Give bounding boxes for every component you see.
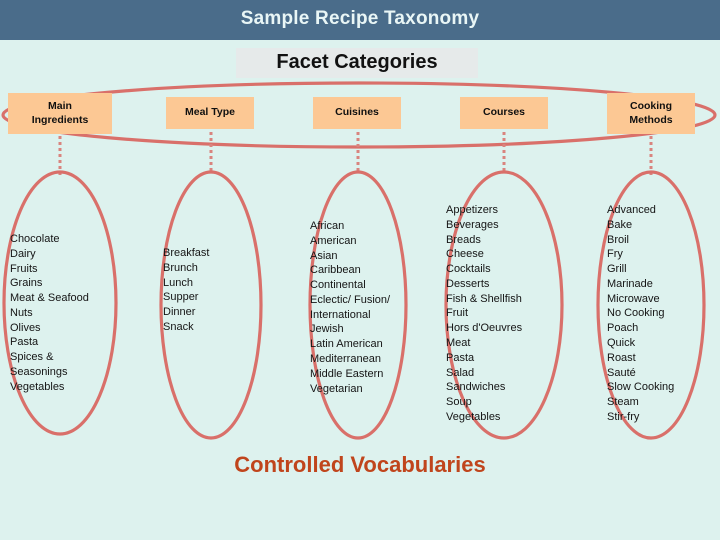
vocab-term: Breakfast	[163, 247, 210, 259]
vocab-term: Desserts	[446, 277, 490, 290]
vocab-list-courses: Appetizers Beverages Breads Cheese Cocktails…	[446, 203, 522, 425]
vocab-term: Pasta	[10, 336, 39, 349]
vocab-term: Grains	[10, 277, 43, 290]
vocab-term: Fruits	[10, 262, 38, 275]
vocab-term: Caribbean	[310, 264, 361, 277]
facet-label-meal-type: Meal Type	[185, 106, 235, 119]
vocab-term: No Cooking	[607, 307, 665, 320]
vocab-list-meal-type: Breakfast Brunch Lunch Supper Dinner Snack	[163, 246, 209, 335]
vocab-term: Marinade	[607, 277, 653, 290]
vocab-term: Nuts	[10, 306, 33, 319]
vocab-term: Middle Eastern	[310, 367, 384, 380]
facet-box-courses[interactable]: Courses	[460, 97, 548, 129]
vocab-term: African	[310, 220, 345, 232]
vocab-term: Dairy	[10, 247, 36, 260]
page-title: Sample Recipe Taxonomy	[240, 8, 480, 29]
vocab-list-cuisines: African American Asian Caribbean Continental…	[310, 219, 390, 396]
vocab-term: Fish & Shellfish	[446, 292, 522, 305]
controlled-vocabularies-caption: Controlled Vocabularies	[234, 452, 486, 477]
vocab-term: Fry	[607, 248, 623, 261]
vocab-term: Sandwiches	[446, 381, 506, 394]
facet-box-main-ingredients[interactable]: Main Ingredients	[8, 93, 112, 134]
vocab-list-main-ingredients: Chocolate Dairy Fruits Grains Meat & Seafood…	[10, 232, 89, 395]
vocab-term: Continental	[310, 279, 366, 292]
slide-canvas: Sample Recipe Taxonomy Facet Categories …	[0, 0, 720, 540]
vocab-term: Grill	[607, 263, 627, 276]
vocab-term: Beverages	[446, 218, 499, 231]
vocab-term: Cocktails	[446, 263, 491, 276]
vocab-term: Supper	[163, 291, 199, 304]
vocab-term: Spices &	[10, 351, 54, 364]
vocab-term: Slow Cooking	[607, 381, 675, 394]
vocab-term: Vegetarian	[310, 382, 363, 395]
vocab-term: International	[310, 308, 371, 321]
vocab-term: Soup	[446, 396, 472, 409]
vocab-term: Vegetables	[10, 380, 65, 393]
vocab-term: American	[310, 234, 357, 247]
vocab-term: Snack	[163, 320, 194, 333]
vocab-term: Bake	[607, 218, 633, 231]
vocab-term: Mediterranean	[310, 353, 381, 366]
facet-label-cooking-methods: Cooking Methods	[629, 100, 673, 126]
facet-label-courses: Courses	[482, 106, 525, 119]
vocab-term: Stir-fry	[607, 410, 640, 423]
facet-box-cooking-methods[interactable]: Cooking Methods	[607, 93, 695, 134]
vocab-term: Asian	[310, 249, 338, 262]
vocab-term: Brunch	[163, 261, 198, 274]
vocab-term: Fruit	[446, 307, 468, 320]
vocab-term: Vegetables	[446, 410, 501, 423]
vocab-term: Microwave	[607, 292, 660, 305]
vocab-term: Seasonings	[10, 366, 68, 379]
vocab-term: Sauté	[607, 366, 636, 379]
facet-box-cuisines[interactable]: Cuisines	[313, 97, 401, 129]
facet-label-main-ingredients: Main Ingredients	[31, 100, 89, 126]
vocab-term: Meat	[446, 337, 471, 350]
vocab-term: Pasta	[446, 351, 475, 364]
vocab-term: Steam	[607, 396, 639, 409]
vocab-term: Poach	[607, 322, 639, 335]
facet-box-meal-type[interactable]: Meal Type	[166, 97, 254, 129]
vocab-term: Meat & Seafood	[10, 292, 89, 305]
vocab-term: Roast	[607, 351, 636, 364]
vocab-term: Advanced	[607, 204, 656, 216]
vocab-term: Lunch	[163, 276, 193, 289]
vocab-term: Hors d'Oeuvres	[446, 322, 523, 335]
vocab-term: Salad	[446, 366, 475, 379]
vocab-term: Chocolate	[10, 233, 60, 245]
vocab-term: Dinner	[163, 306, 196, 319]
vocab-list-cooking-methods: Advanced Bake Broil Fry Grill Marinade Microwa…	[607, 203, 674, 425]
vocab-term: Broil	[607, 233, 630, 246]
vocab-term: Latin American	[310, 338, 383, 351]
vocab-term: Breads	[446, 233, 481, 246]
vocab-term: Jewish	[310, 323, 344, 336]
vocab-term: Olives	[10, 321, 41, 334]
vocab-term: Eclectic/ Fusion/	[310, 293, 391, 306]
vocab-term: Cheese	[446, 248, 484, 261]
facet-label-cuisines: Cuisines	[335, 106, 379, 119]
vocab-term: Appetizers	[446, 204, 498, 216]
facet-categories-heading: Facet Categories	[276, 51, 438, 73]
vocab-term: Quick	[607, 337, 636, 350]
